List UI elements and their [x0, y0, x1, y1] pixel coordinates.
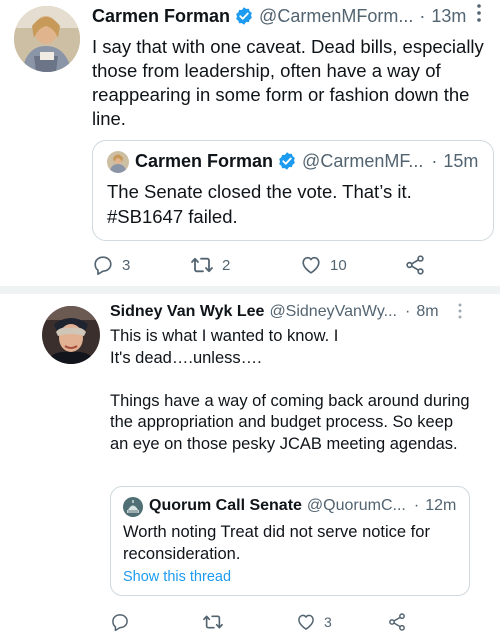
avatar-photo-icon: [42, 306, 100, 364]
tweet-carmen-forman[interactable]: Carmen Forman @CarmenMForm... · 13m I sa…: [0, 0, 500, 286]
author-name[interactable]: Carmen Forman: [92, 6, 230, 27]
more-icon[interactable]: [457, 302, 463, 325]
avatar-photo-icon: [14, 6, 80, 72]
avatar[interactable]: [14, 6, 80, 72]
tweet-header: Carmen Forman @CarmenMForm... · 13m: [92, 4, 466, 28]
quoted-tweet[interactable]: Carmen Forman @CarmenMF... · 15m The Sen…: [92, 140, 494, 241]
avatar[interactable]: [42, 306, 100, 364]
separator-dot: ·: [405, 303, 411, 320]
separator-dot: ·: [413, 497, 420, 514]
share-button[interactable]: [387, 612, 407, 632]
author-handle[interactable]: @CarmenMForm...: [259, 6, 413, 27]
tweet-sidney-van-wyk-lee[interactable]: Sidney Van Wyk Lee @SidneyVanWy... · 8m …: [0, 294, 500, 640]
quote-timestamp[interactable]: 15m: [443, 151, 478, 172]
show-thread-link[interactable]: Show this thread: [123, 568, 231, 586]
reply-button[interactable]: [110, 612, 138, 632]
quote-author-handle[interactable]: @CarmenMF...: [302, 151, 423, 172]
like-button[interactable]: 3: [296, 612, 332, 632]
quote-text: The Senate closed the vote. That’s it. #…: [107, 181, 412, 227]
like-button[interactable]: 10: [300, 254, 347, 276]
retweet-icon: [203, 615, 223, 629]
quote-author-name[interactable]: Quorum Call Senate: [149, 497, 302, 515]
share-button[interactable]: [404, 254, 426, 276]
separator-dot: ·: [431, 150, 438, 171]
reply-icon: [94, 256, 112, 275]
tweet-text: This is what I wanted to know. I It's de…: [110, 327, 470, 453]
reply-button[interactable]: 3: [92, 254, 130, 276]
like-icon: [302, 256, 320, 274]
tweet-text: I say that with one caveat. Dead bills, …: [92, 36, 484, 129]
retweet-icon: [191, 257, 213, 273]
like-count: 3: [324, 614, 332, 630]
tweet-divider: [0, 286, 500, 294]
avatar-photo-icon: [107, 151, 129, 173]
timestamp[interactable]: 8m: [416, 303, 438, 321]
author-handle[interactable]: @SidneyVanWy...: [269, 303, 397, 321]
separator-dot: ·: [419, 5, 426, 26]
retweet-button[interactable]: [202, 612, 232, 632]
verified-badge-icon: [279, 152, 295, 170]
capitol-dome-icon: [123, 497, 143, 517]
like-count: 10: [330, 256, 347, 274]
share-icon: [389, 613, 405, 631]
quote-timestamp[interactable]: 12m: [425, 497, 456, 515]
timestamp[interactable]: 13m: [431, 6, 466, 27]
more-icon[interactable]: [476, 2, 482, 29]
quote-author-handle[interactable]: @QuorumC...: [307, 497, 406, 515]
retweet-count: 2: [222, 256, 231, 274]
reply-count: 3: [122, 256, 131, 274]
quote-header: Quorum Call Senate @QuorumC... · 12m: [149, 495, 456, 517]
avatar[interactable]: [123, 497, 143, 517]
quote-author-name[interactable]: Carmen Forman: [135, 151, 273, 172]
author-name[interactable]: Sidney Van Wyk Lee: [110, 303, 264, 321]
avatar[interactable]: [107, 151, 129, 173]
retweet-button[interactable]: 2: [190, 254, 230, 276]
quote-text: Worth noting Treat did not serve notice …: [123, 523, 430, 563]
quoted-tweet[interactable]: Quorum Call Senate @QuorumC... · 12m Wor…: [110, 486, 470, 596]
share-icon: [406, 255, 424, 275]
verified-badge-icon: [236, 7, 252, 25]
quote-header: Carmen Forman @CarmenMF... · 15m: [135, 149, 478, 173]
reply-icon: [112, 614, 128, 632]
like-icon: [298, 614, 314, 630]
tweet-header: Sidney Van Wyk Lee @SidneyVanWy... · 8m: [110, 300, 439, 324]
